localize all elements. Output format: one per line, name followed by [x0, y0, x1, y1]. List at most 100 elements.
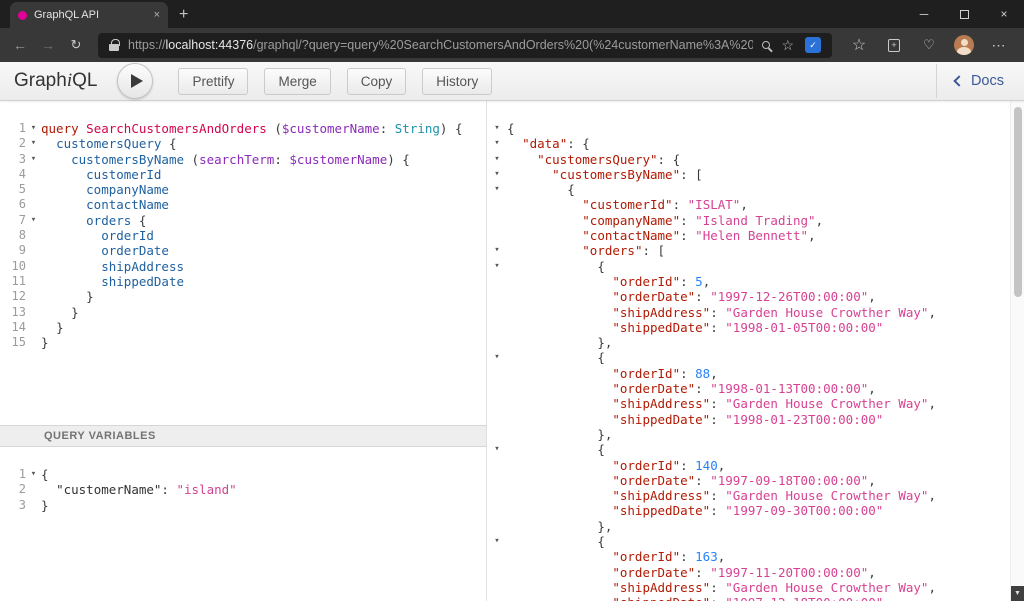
variables-line[interactable]: 2 "customerName": "island" [0, 482, 486, 497]
fold-arrow-icon[interactable]: ▾ [487, 534, 507, 549]
result-line[interactable]: "shippedDate": "1997-12-18T00:00:00" [487, 595, 1024, 601]
fold-arrow-icon[interactable]: ▾ [26, 213, 41, 228]
result-line[interactable]: "orderDate": "1997-11-20T00:00:00", [487, 565, 1024, 580]
query-editor[interactable]: 1▾query SearchCustomersAndOrders ($custo… [0, 101, 486, 425]
code-text: query SearchCustomersAndOrders ($custome… [41, 121, 463, 136]
fold-arrow-icon[interactable]: ▾ [26, 121, 41, 136]
result-line[interactable]: ▾ "customersByName": [ [487, 167, 1024, 182]
query-line[interactable]: 6 contactName [0, 197, 486, 212]
query-line[interactable]: 15} [0, 335, 486, 350]
scrollbar-thumb[interactable] [1014, 107, 1022, 297]
query-line[interactable]: 3▾ customersByName (searchTerm: $custome… [0, 152, 486, 167]
fold-arrow-icon[interactable]: ▾ [487, 350, 507, 365]
result-line[interactable]: "shipAddress": "Garden House Crowther Wa… [487, 305, 1024, 320]
address-bar[interactable]: https://localhost:44376/graphql/?query=q… [98, 33, 832, 58]
result-line[interactable]: "shippedDate": "1997-09-30T00:00:00" [487, 503, 1024, 518]
fold-arrow-icon[interactable]: ▾ [487, 167, 507, 182]
result-line[interactable]: "orderId": 140, [487, 458, 1024, 473]
code-text: orderId [41, 228, 154, 243]
prettify-button[interactable]: Prettify [178, 68, 248, 95]
query-line[interactable]: 14 } [0, 320, 486, 335]
query-line[interactable]: 2▾ customersQuery { [0, 136, 486, 151]
result-line[interactable]: "companyName": "Island Trading", [487, 213, 1024, 228]
result-line[interactable]: "orderId": 88, [487, 366, 1024, 381]
result-line[interactable]: }, [487, 335, 1024, 350]
result-line[interactable]: ▾ { [487, 534, 1024, 549]
query-line[interactable]: 1▾query SearchCustomersAndOrders ($custo… [0, 121, 486, 136]
fold-arrow-icon[interactable]: ▾ [26, 136, 41, 151]
query-variables-header[interactable]: QUERY VARIABLES [0, 425, 486, 447]
result-line[interactable]: "shipAddress": "Garden House Crowther Wa… [487, 488, 1024, 503]
result-line[interactable]: "shippedDate": "1998-01-05T00:00:00" [487, 320, 1024, 335]
result-line[interactable]: "shipAddress": "Garden House Crowther Wa… [487, 396, 1024, 411]
query-line[interactable]: 12 } [0, 289, 486, 304]
close-button[interactable]: × [984, 0, 1024, 28]
profile-avatar[interactable] [951, 32, 977, 58]
zoom-icon[interactable] [762, 41, 770, 49]
new-tab-button[interactable]: + [168, 2, 199, 28]
maximize-button[interactable] [944, 0, 984, 28]
fold-arrow-icon[interactable]: ▾ [26, 467, 41, 482]
minimize-button[interactable]: ─ [904, 0, 944, 28]
more-menu-icon[interactable]: ⋯ [986, 32, 1012, 58]
back-button[interactable]: ← [6, 31, 34, 59]
fold-arrow-icon[interactable]: ▾ [26, 152, 41, 167]
fold-arrow-icon[interactable]: ▾ [487, 136, 507, 151]
result-line[interactable]: ▾ { [487, 182, 1024, 197]
result-line[interactable]: "shipAddress": "Garden House Crowther Wa… [487, 580, 1024, 595]
variables-line[interactable]: 3} [0, 498, 486, 513]
browser-essentials-icon[interactable]: ♡ [916, 32, 942, 58]
fold-arrow-icon[interactable]: ▾ [487, 182, 507, 197]
fold-arrow-icon[interactable]: ▾ [487, 152, 507, 167]
collections-icon[interactable]: + [881, 32, 907, 58]
fold-arrow-icon[interactable]: ▾ [487, 243, 507, 258]
result-line[interactable]: ▾ "orders": [ [487, 243, 1024, 258]
result-line[interactable]: "shippedDate": "1998-01-23T00:00:00" [487, 412, 1024, 427]
result-line[interactable]: ▾ { [487, 442, 1024, 457]
query-line[interactable]: 8 orderId [0, 228, 486, 243]
result-line[interactable]: }, [487, 427, 1024, 442]
favorite-star-icon[interactable]: ☆ [781, 38, 794, 52]
result-line[interactable]: "orderId": 5, [487, 274, 1024, 289]
result-line[interactable]: "orderDate": "1997-09-18T00:00:00", [487, 473, 1024, 488]
query-line[interactable]: 4 customerId [0, 167, 486, 182]
fold-arrow-icon[interactable]: ▾ [487, 259, 507, 274]
scroll-down-button[interactable]: ▼ [1011, 586, 1024, 601]
query-line[interactable]: 13 } [0, 305, 486, 320]
tab-close-icon[interactable]: × [154, 10, 160, 21]
result-scrollbar[interactable]: ▼ [1010, 101, 1024, 601]
result-line[interactable]: "orderId": 163, [487, 549, 1024, 564]
query-line[interactable]: 10 shipAddress [0, 259, 486, 274]
result-line[interactable]: ▾ "data": { [487, 136, 1024, 151]
result-line[interactable]: "customerId": "ISLAT", [487, 197, 1024, 212]
query-line[interactable]: 5 companyName [0, 182, 486, 197]
code-text: "shipAddress": "Garden House Crowther Wa… [507, 305, 936, 320]
url-text[interactable]: https://localhost:44376/graphql/?query=q… [128, 38, 753, 52]
result-line[interactable]: }, [487, 519, 1024, 534]
history-button[interactable]: History [422, 68, 492, 95]
fold-arrow-icon[interactable]: ▾ [487, 442, 507, 457]
execute-query-button[interactable] [117, 63, 153, 99]
result-line[interactable]: ▾ "customersQuery": { [487, 152, 1024, 167]
result-line[interactable]: ▾{ [487, 121, 1024, 136]
variables-editor[interactable]: 1▾{2 "customerName": "island"3} [0, 447, 486, 601]
variables-line[interactable]: 1▾{ [0, 467, 486, 482]
browser-tab[interactable]: GraphQL API × [10, 2, 168, 28]
result-line[interactable]: ▾ { [487, 259, 1024, 274]
fold-arrow-icon[interactable]: ▾ [487, 121, 507, 136]
result-line[interactable]: "contactName": "Helen Bennett", [487, 228, 1024, 243]
merge-button[interactable]: Merge [264, 68, 330, 95]
copy-button[interactable]: Copy [347, 68, 407, 95]
extension-icon[interactable]: ✓ [805, 37, 821, 53]
forward-button[interactable]: → [34, 31, 62, 59]
result-line[interactable]: ▾ { [487, 350, 1024, 365]
refresh-button[interactable]: ↻ [62, 31, 90, 59]
query-line[interactable]: 11 shippedDate [0, 274, 486, 289]
query-line[interactable]: 7▾ orders { [0, 213, 486, 228]
result-line[interactable]: "orderDate": "1997-12-26T00:00:00", [487, 289, 1024, 304]
result-line[interactable]: "orderDate": "1998-01-13T00:00:00", [487, 381, 1024, 396]
docs-toggle[interactable]: Docs [936, 64, 1010, 98]
query-line[interactable]: 9 orderDate [0, 243, 486, 258]
result-viewer[interactable]: ▾{▾ "data": {▾ "customersQuery": {▾ "cus… [487, 121, 1024, 601]
favorites-icon[interactable]: ☆ [846, 32, 872, 58]
